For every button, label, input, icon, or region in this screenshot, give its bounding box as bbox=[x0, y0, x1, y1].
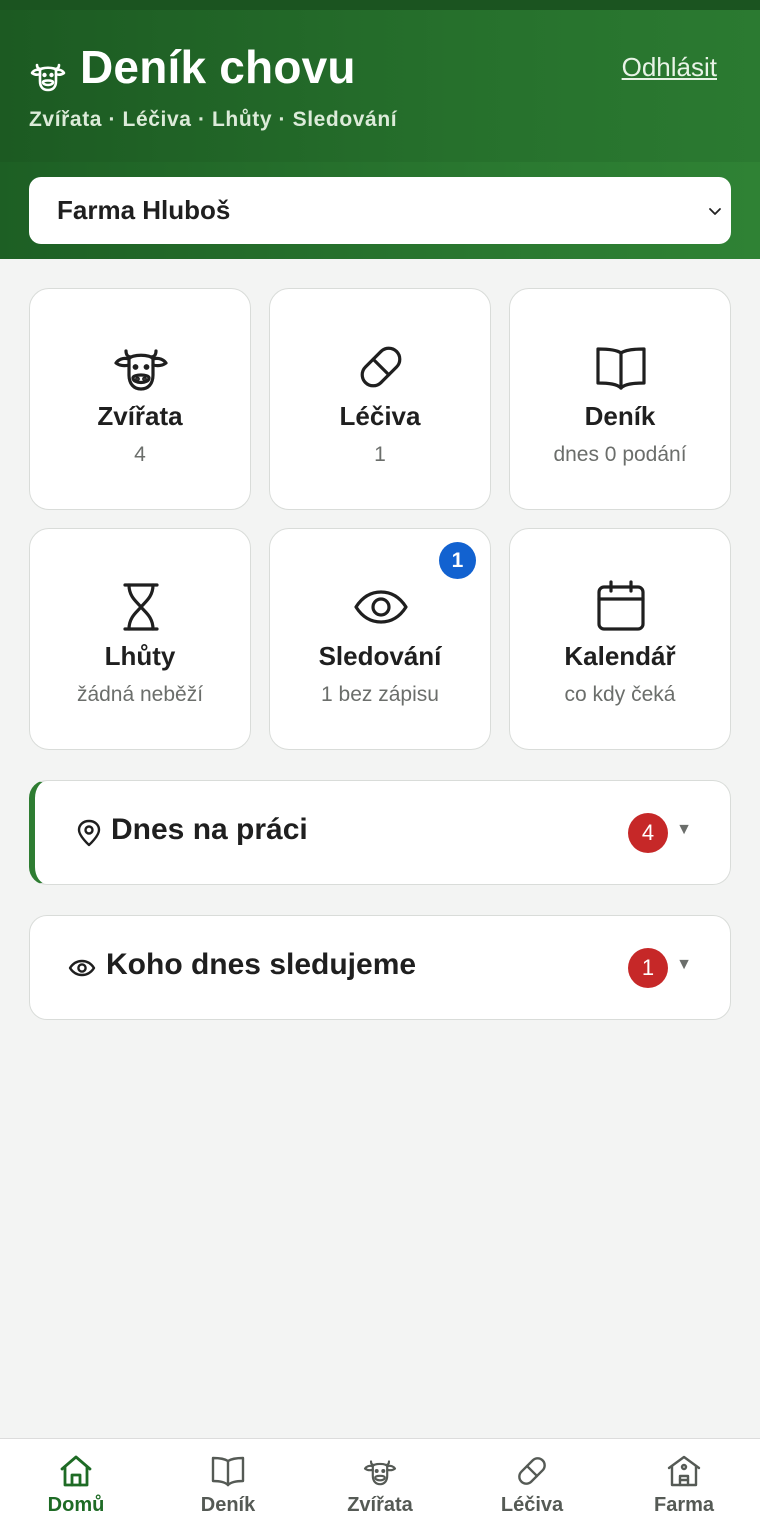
tile-count: 4 bbox=[134, 443, 146, 466]
logout-link[interactable]: Odhlásit bbox=[622, 52, 717, 83]
caret-down-icon: ▼ bbox=[676, 821, 692, 838]
tile-calendar[interactable]: Kalendář co kdy čeká bbox=[509, 528, 731, 750]
nav-label: Zvířata bbox=[347, 1494, 413, 1516]
header-top-strip bbox=[0, 0, 760, 10]
nav-item-farm[interactable]: Farma bbox=[608, 1439, 760, 1530]
hourglass-icon bbox=[123, 583, 159, 631]
eye-icon bbox=[68, 959, 96, 977]
chevron-down-icon bbox=[709, 208, 721, 215]
tile-label: Lhůty bbox=[104, 641, 176, 671]
cow-icon bbox=[363, 1460, 397, 1486]
calendar-icon bbox=[597, 580, 645, 631]
section-today-work[interactable]: Dnes na práci 4 ▼ bbox=[29, 780, 731, 885]
app-subtitle: Zvířata · Léčiva · Lhůty · Sledování bbox=[29, 108, 398, 131]
book-icon bbox=[211, 1456, 245, 1487]
app-title: Deník chovu bbox=[80, 41, 356, 93]
count-badge: 4 bbox=[628, 813, 668, 853]
tile-medicines[interactable]: Léčiva 1 bbox=[269, 288, 491, 510]
tile-monitoring[interactable]: 1 Sledování 1 bez zápisu bbox=[269, 528, 491, 750]
nav-label: Domů bbox=[47, 1494, 105, 1516]
section-title: Koho dnes sledujeme bbox=[106, 948, 417, 981]
farm-select-value: Farma Hluboš bbox=[57, 195, 231, 225]
home-icon bbox=[60, 1455, 92, 1487]
tile-count: 1 bez zápisu bbox=[321, 683, 439, 706]
notification-badge: 1 bbox=[439, 542, 476, 579]
tile-count: dnes 0 podání bbox=[553, 443, 687, 466]
caret-down-icon: ▼ bbox=[676, 956, 692, 973]
tile-label: Sledování bbox=[318, 641, 442, 671]
map-pin-icon bbox=[77, 819, 101, 847]
tile-label: Kalendář bbox=[564, 641, 676, 671]
pill-icon bbox=[518, 1457, 546, 1485]
cow-icon bbox=[30, 63, 66, 92]
pill-icon bbox=[360, 346, 402, 388]
section-title: Dnes na práci bbox=[111, 813, 308, 846]
book-icon bbox=[596, 347, 646, 390]
tile-animals[interactable]: Zvířata 4 bbox=[29, 288, 251, 510]
tile-withdrawal-periods[interactable]: Lhůty žádná neběží bbox=[29, 528, 251, 750]
farm-select[interactable]: Farma Hluboš bbox=[29, 177, 731, 244]
nav-item-medicines[interactable]: Léčiva bbox=[456, 1439, 608, 1530]
tile-journal[interactable]: Deník dnes 0 podání bbox=[509, 288, 731, 510]
nav-item-animals[interactable]: Zvířata bbox=[304, 1439, 456, 1530]
cow-icon bbox=[114, 349, 168, 391]
tile-count: co kdy čeká bbox=[564, 683, 676, 706]
nav-item-journal[interactable]: Deník bbox=[152, 1439, 304, 1530]
app-header: Deník chovu Zvířata · Léčiva · Lhůty · S… bbox=[0, 0, 760, 259]
nav-label: Farma bbox=[653, 1494, 715, 1516]
tile-label: Zvířata bbox=[97, 401, 183, 431]
count-badge: 1 bbox=[628, 948, 668, 988]
nav-label: Léčiva bbox=[500, 1494, 564, 1516]
tile-count: žádná neběží bbox=[76, 683, 204, 706]
tile-label: Deník bbox=[584, 401, 656, 431]
eye-icon bbox=[354, 590, 408, 624]
nav-label: Deník bbox=[200, 1494, 256, 1516]
nav-item-home[interactable]: Domů bbox=[0, 1439, 152, 1530]
tile-count: 1 bbox=[374, 443, 386, 466]
bottom-nav: Domů Deník Zvířata Léčiva Farma bbox=[0, 1438, 760, 1530]
barn-icon bbox=[667, 1455, 701, 1487]
tile-label: Léčiva bbox=[339, 401, 421, 431]
section-monitored-today[interactable]: Koho dnes sledujeme 1 ▼ bbox=[29, 915, 731, 1020]
